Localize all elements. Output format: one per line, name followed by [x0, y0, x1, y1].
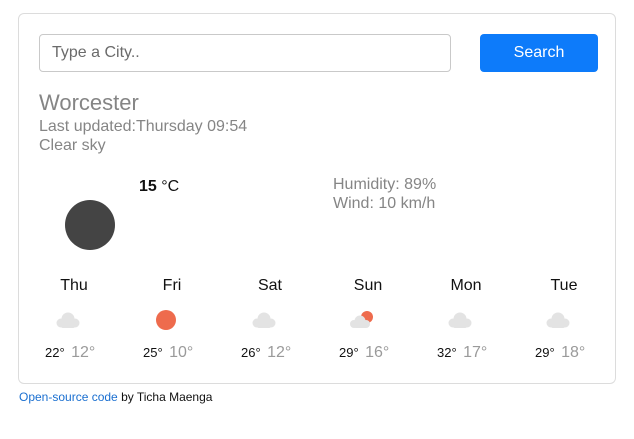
open-source-code-link[interactable]: Open-source code	[19, 390, 118, 404]
forecast-min: 17°	[463, 344, 488, 361]
forecast-max: 29°	[535, 345, 555, 360]
cloud-icon	[546, 312, 570, 328]
temperature-value: 15	[139, 178, 157, 195]
forecast-day-name: Mon	[450, 277, 482, 294]
wind-value: 10 km/h	[378, 195, 436, 212]
forecast-day-name: Sat	[257, 277, 282, 294]
city-name: Worcester	[39, 90, 139, 115]
humidity-value: 89%	[404, 176, 437, 193]
weather-description: Clear sky	[39, 137, 106, 154]
last-updated: Last updated:Thursday 09:54	[39, 117, 247, 136]
temperature-unit: °C	[161, 178, 180, 195]
last-updated-time: Thursday 09:54	[135, 118, 248, 135]
wind: Wind: 10 km/h	[333, 194, 435, 213]
current-temperature: 15 °C	[139, 177, 179, 196]
forecast-min: 12°	[267, 344, 292, 361]
last-updated-label: Last updated:	[39, 118, 136, 135]
forecast-max: 26°	[241, 345, 261, 360]
forecast-day: Mon 32° 17°	[417, 276, 515, 366]
forecast-day: Tue 29° 18°	[515, 276, 613, 366]
forecast-day-name: Sun	[353, 277, 383, 294]
moon-dark-circle-icon	[65, 200, 115, 250]
forecast-day: Thu 22° 12°	[25, 276, 123, 366]
search-button[interactable]: Search	[480, 34, 598, 72]
wind-label: Wind:	[333, 195, 374, 212]
forecast-temps: 29° 18°	[535, 343, 585, 362]
forecast-temps: 25° 10°	[143, 343, 193, 362]
footer-author: by Ticha Maenga	[117, 390, 213, 404]
sun-behind-cloud-icon	[350, 311, 373, 328]
forecast-min: 10°	[169, 344, 194, 361]
city-search-input[interactable]	[39, 34, 451, 72]
forecast-max: 32°	[437, 345, 457, 360]
sun-icon	[156, 310, 176, 330]
humidity: Humidity: 89%	[333, 175, 436, 194]
forecast-day: Sun 29° 16°	[319, 276, 417, 366]
humidity-label: Humidity:	[333, 176, 400, 193]
forecast-day: Sat 26° 12°	[221, 276, 319, 366]
forecast-day-name: Thu	[60, 277, 88, 294]
forecast-min: 16°	[365, 344, 390, 361]
forecast-min: 18°	[561, 344, 586, 361]
forecast-day: Fri 25° 10°	[123, 276, 221, 366]
forecast-temps: 29° 16°	[339, 343, 389, 362]
forecast-temps: 26° 12°	[241, 343, 291, 362]
cloud-icon	[252, 312, 276, 328]
forecast-temps: 22° 12°	[45, 343, 95, 362]
cloud-icon	[56, 312, 80, 328]
forecast-min: 12°	[71, 344, 96, 361]
forecast-max: 29°	[339, 345, 359, 360]
forecast-max: 25°	[143, 345, 163, 360]
forecast-day-name: Tue	[550, 277, 578, 294]
forecast-day-name: Fri	[162, 277, 182, 294]
weather-card: Search Worcester Last updated:Thursday 0…	[18, 13, 616, 384]
cloud-icon	[448, 312, 472, 328]
forecast-temps: 32° 17°	[437, 343, 487, 362]
forecast-max: 22°	[45, 345, 65, 360]
footer: Open-source code by Ticha Maenga	[19, 390, 212, 405]
